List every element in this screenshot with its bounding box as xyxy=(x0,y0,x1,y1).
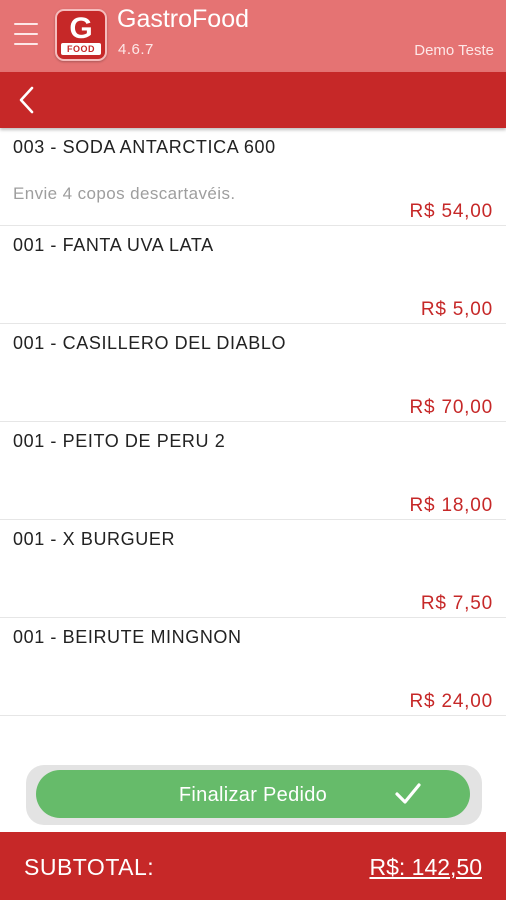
item-name: 001 - CASILLERO DEL DIABLO xyxy=(13,333,287,353)
subtotal-label: SUBTOTAL: xyxy=(24,854,155,880)
hamburger-menu-icon[interactable] xyxy=(14,23,38,45)
app-header: G FOOD GastroFood 4.6.7 Demo Teste xyxy=(0,0,506,72)
item-name: 003 - SODA ANTARCTICA 600 xyxy=(13,137,276,157)
checkmark-icon xyxy=(395,783,421,804)
item-price: R$ 70,00 xyxy=(409,397,493,418)
item-name: 001 - BEIRUTE MINGNON xyxy=(13,627,242,647)
item-price: R$ 24,00 xyxy=(409,691,493,712)
item-price: R$ 5,00 xyxy=(420,299,493,320)
list-item[interactable]: 003 - SODA ANTARCTICA 600 Envie 4 copos … xyxy=(0,128,506,226)
order-list: 003 - SODA ANTARCTICA 600 Envie 4 copos … xyxy=(0,128,506,716)
finalize-order-button[interactable]: Finalizar Pedido xyxy=(36,770,470,818)
subtotal-value[interactable]: R$: 142,50 xyxy=(369,854,482,881)
user-name: Demo Teste xyxy=(414,42,494,59)
list-item[interactable]: 001 - PEITO DE PERU 2 R$ 18,00 xyxy=(0,422,506,520)
item-name: 001 - PEITO DE PERU 2 xyxy=(13,431,226,451)
gastrofood-logo: G FOOD xyxy=(55,9,107,61)
list-item[interactable]: 001 - BEIRUTE MINGNON R$ 24,00 xyxy=(0,618,506,716)
logo-word: FOOD xyxy=(61,43,101,55)
subtotal-bar: SUBTOTAL: R$: 142,50 xyxy=(0,832,506,900)
list-item[interactable]: 001 - FANTA UVA LATA R$ 5,00 xyxy=(0,226,506,324)
item-price: R$ 54,00 xyxy=(409,201,493,222)
item-name: 001 - FANTA UVA LATA xyxy=(13,235,214,255)
list-item[interactable]: 001 - X BURGUER R$ 7,50 xyxy=(0,520,506,618)
toolbar xyxy=(0,72,506,128)
item-price: R$ 7,50 xyxy=(420,593,493,614)
item-price: R$ 18,00 xyxy=(409,495,493,516)
list-item[interactable]: 001 - CASILLERO DEL DIABLO R$ 70,00 xyxy=(0,324,506,422)
logo-letter: G xyxy=(69,12,93,45)
item-name: 001 - X BURGUER xyxy=(13,529,176,549)
app-title: GastroFood xyxy=(117,5,250,33)
item-note: Envie 4 copos descartavéis. xyxy=(13,184,236,203)
chevron-left-icon[interactable] xyxy=(14,85,40,115)
app-version: 4.6.7 xyxy=(118,41,154,58)
finalize-button-container: Finalizar Pedido xyxy=(26,765,482,825)
